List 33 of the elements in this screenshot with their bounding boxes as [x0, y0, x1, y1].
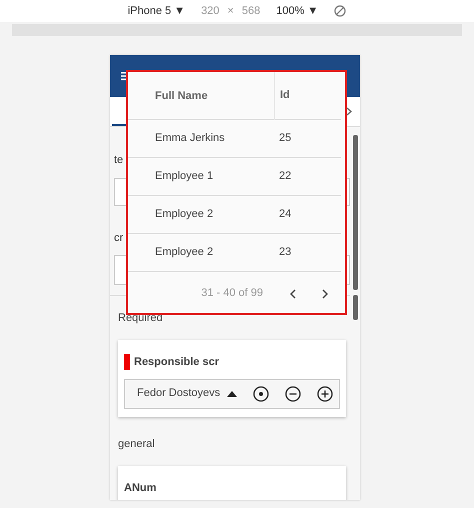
rotate-icon[interactable]	[334, 4, 346, 17]
section-title: general	[118, 436, 156, 452]
radio-icon[interactable]	[253, 386, 269, 402]
device-dropdown[interactable]: iPhone 5 ▼	[128, 2, 186, 20]
chevron-left-icon[interactable]	[290, 288, 296, 298]
section-title: Required	[118, 311, 164, 326]
pagination-range: 31 - 40 of 99	[201, 286, 263, 302]
caret-up-icon[interactable]	[227, 390, 237, 396]
table-cell-text: Emma Jerkins	[154, 131, 226, 146]
width-field[interactable]: 320	[201, 2, 220, 20]
field-label: ANum	[124, 480, 156, 496]
chevron-right-icon[interactable]	[346, 107, 352, 116]
field-label: cr	[114, 231, 124, 246]
table-cell-text: 24	[279, 207, 292, 222]
table-cell-text: Employee 1	[154, 169, 214, 184]
column-header[interactable]: Full Name	[128, 72, 275, 120]
table-cell-text: 25	[279, 131, 292, 146]
field-label: te	[114, 153, 124, 168]
times-sign: ×	[227, 4, 234, 19]
scrollbar-thumb[interactable]	[353, 295, 358, 320]
table-cell-text: Employee 2	[154, 245, 214, 260]
scrollbar-thumb[interactable]	[353, 135, 358, 290]
minus-circle-icon[interactable]	[285, 386, 301, 402]
table-cell-text: Employee 2	[154, 207, 214, 222]
field-label: Responsible scr	[134, 355, 219, 370]
height-field[interactable]: 568	[242, 2, 260, 20]
table-cell-text: 22	[279, 169, 292, 184]
zoom-dropdown[interactable]: 100% ▼	[276, 2, 318, 20]
column-header[interactable]: Id	[275, 87, 290, 104]
plus-circle-icon[interactable]	[317, 386, 333, 402]
chevron-right-icon[interactable]	[322, 288, 328, 298]
table-cell-text: 23	[279, 245, 292, 260]
lookup-field[interactable]: Fedor Dostoyevs	[124, 378, 340, 408]
